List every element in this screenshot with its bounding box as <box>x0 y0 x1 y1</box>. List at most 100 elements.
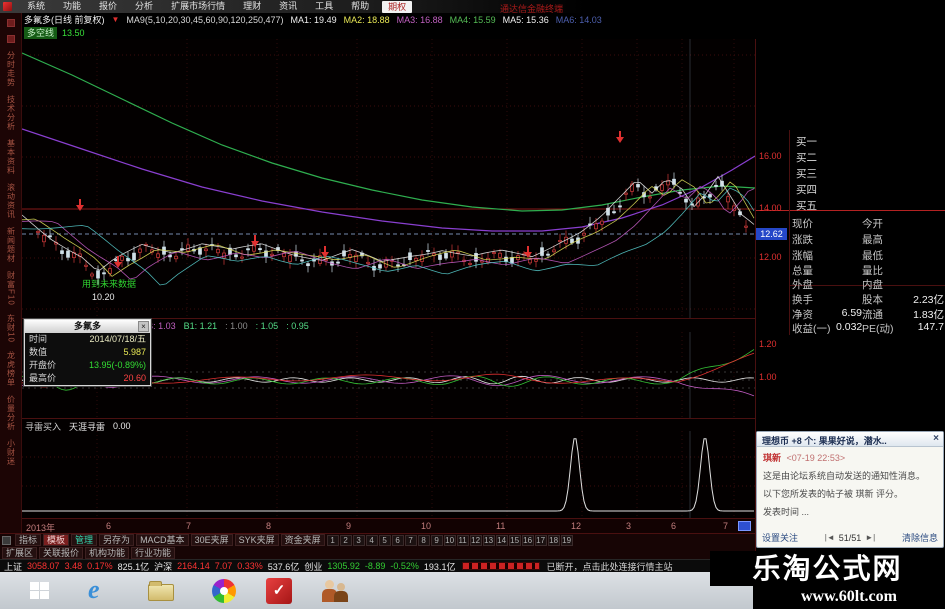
menu-item-0[interactable]: 系统 <box>18 0 54 13</box>
ma-value-0: MA9(5,10,20,30,45,60,90,120,250,477) <box>126 14 284 25</box>
sidebar-tool-icon[interactable] <box>6 35 15 43</box>
dk-line-value: 13.50 <box>62 27 85 38</box>
tooltip-row-2: 开盘价 13.95(-0.89%) <box>25 359 150 372</box>
indicator1-token-3: B: 1.03 <box>147 321 176 331</box>
sidebar-item-7[interactable]: 龙虎榜单 <box>6 351 16 387</box>
ma-value-5: MA5: 15.36 <box>502 14 549 25</box>
menu-item-8[interactable]: 帮助 <box>342 0 378 13</box>
tab-1[interactable]: 模板 <box>43 534 70 546</box>
sidebar-item-5[interactable]: 财富F10 <box>6 271 16 306</box>
indicator2-value: 0.00 <box>113 421 131 431</box>
sidebar-item-0[interactable]: 分时走势 <box>6 51 16 87</box>
time-axis[interactable]: 2013年 6 7 8 9 10 11 12 3 6 7 <box>22 518 755 533</box>
tab-row2-1[interactable]: 关联报价 <box>39 546 84 559</box>
pager-position: 51/51 <box>838 532 862 543</box>
clear-messages-link[interactable]: 清除信息 <box>902 531 938 544</box>
menu-item-5[interactable]: 理财 <box>234 0 270 13</box>
indicator2-chart[interactable] <box>22 431 755 518</box>
number-tab-3[interactable]: 3 <box>352 534 365 546</box>
svg-text:用到未来数据: 用到未来数据 <box>82 278 136 289</box>
number-tab-12[interactable]: 12 <box>469 534 482 546</box>
number-tab-9[interactable]: 9 <box>430 534 443 546</box>
index-amount: 537.6亿 <box>267 561 300 572</box>
number-tab-7[interactable]: 7 <box>404 534 417 546</box>
main-candlestick-chart[interactable]: 用到未来数据 10.20 <box>22 39 755 318</box>
follow-settings-link[interactable]: 设置关注 <box>762 531 798 544</box>
tab-row2-2[interactable]: 机构功能 <box>85 546 130 559</box>
pinwheel-app-icon[interactable] <box>212 579 236 603</box>
start-button-icon[interactable] <box>30 582 49 599</box>
tab-row2-3[interactable]: 行业功能 <box>131 546 176 559</box>
grid-icon[interactable] <box>2 535 11 545</box>
sidebar-item-3[interactable]: 滚动资讯 <box>6 183 16 219</box>
tab-5[interactable]: 30E夹屏 <box>190 534 233 546</box>
sidebar-item-1[interactable]: 技术分析 <box>6 95 16 131</box>
tooltip-title[interactable]: 多氟多 <box>25 320 150 333</box>
trading-app-icon[interactable]: ✓ <box>266 578 292 604</box>
menu-item-7[interactable]: 工具 <box>306 0 342 13</box>
menu-item-2[interactable]: 报价 <box>90 0 126 13</box>
index-change: 3.48 <box>64 561 83 571</box>
ie-browser-icon[interactable]: e <box>88 576 100 604</box>
number-tab-10[interactable]: 10 <box>443 534 456 546</box>
panel-divider[interactable] <box>22 418 755 419</box>
tab-row2-0[interactable]: 扩展区 <box>2 546 38 559</box>
pager-last-icon[interactable]: ►| <box>865 533 875 542</box>
quote-value: 6.59 <box>841 307 862 319</box>
number-tab-17[interactable]: 17 <box>534 534 547 546</box>
index-pct: 0.33% <box>237 561 263 571</box>
number-tab-13[interactable]: 13 <box>482 534 495 546</box>
number-tab-1[interactable]: 1 <box>326 534 339 546</box>
number-tab-5[interactable]: 5 <box>378 534 391 546</box>
notification-title[interactable]: 理想币 +8 个: 果果好说，潜水.. <box>757 432 943 447</box>
tab-3[interactable]: 另存为 <box>99 534 135 546</box>
number-tab-4[interactable]: 4 <box>365 534 378 546</box>
tab-2[interactable]: 管理 <box>71 534 98 546</box>
tab-4[interactable]: MACD基本 <box>136 534 189 546</box>
tab-6[interactable]: SYK夹屏 <box>234 534 279 546</box>
tab-0[interactable]: 指标 <box>15 534 42 546</box>
time-axis-label-10: 7 <box>723 521 729 531</box>
menu-item-options[interactable]: 期权 <box>382 0 413 13</box>
sender-name[interactable]: 琪新 <box>763 453 781 463</box>
sidebar-item-4[interactable]: 新闻题材 <box>6 227 16 263</box>
menu-item-4[interactable]: 扩展市场行情 <box>162 0 234 13</box>
close-icon[interactable]: × <box>138 321 149 332</box>
number-tab-2[interactable]: 2 <box>339 534 352 546</box>
sidebar-item-6[interactable]: 东财10 <box>6 314 16 343</box>
close-icon[interactable]: × <box>933 433 939 444</box>
number-tab-18[interactable]: 18 <box>547 534 560 546</box>
bottom-tab-row-1: 指标 模板 管理 另存为 MACD基本 30E夹屏 SYK夹屏 资金夹屏 1234567891… <box>0 533 755 546</box>
sidebar-item-9[interactable]: 小财迷 <box>6 439 16 466</box>
dk-line-label: 多空线 <box>24 26 58 39</box>
menu-item-1[interactable]: 功能 <box>54 0 90 13</box>
pager-first-icon[interactable]: |◄ <box>825 533 835 542</box>
tab-7[interactable]: 资金夹屏 <box>280 534 325 546</box>
index-value: 3058.07 <box>27 561 60 571</box>
number-tab-11[interactable]: 11 <box>456 534 469 546</box>
y-axis-label-2: 12.00 <box>759 252 782 262</box>
file-explorer-icon[interactable] <box>148 581 174 601</box>
watermark-line2: www.60lt.com <box>801 588 897 605</box>
messenger-icon[interactable] <box>322 580 350 604</box>
number-tab-16[interactable]: 16 <box>521 534 534 546</box>
quote-value <box>836 263 862 278</box>
connection-status[interactable]: 已断开，点击此处连接行情主站 <box>546 560 672 573</box>
number-tab-14[interactable]: 14 <box>495 534 508 546</box>
quote-row: 涨幅 最低 <box>792 248 944 263</box>
menu-item-6[interactable]: 资讯 <box>270 0 306 13</box>
scrollbar-thumb[interactable] <box>738 521 751 531</box>
sidebar-item-2[interactable]: 基本资料 <box>6 139 16 175</box>
quote-label: 流通 <box>862 309 883 321</box>
menu-item-3[interactable]: 分析 <box>126 0 162 13</box>
number-tab-6[interactable]: 6 <box>391 534 404 546</box>
app-window: 系统 功能 报价 分析 扩展市场行情 理财 资讯 工具 帮助 期权 通达信金融终端 多氟多(日线… <box>0 0 945 609</box>
number-tab-15[interactable]: 15 <box>508 534 521 546</box>
quote-value <box>836 232 862 247</box>
index-value: 2164.14 <box>177 561 210 571</box>
indicator1-token-6: : 1.05 <box>255 321 279 331</box>
number-tab-19[interactable]: 19 <box>560 534 573 546</box>
number-tab-8[interactable]: 8 <box>417 534 430 546</box>
sidebar-tool-icon[interactable] <box>6 19 15 27</box>
sidebar-item-8[interactable]: 价量分析 <box>6 395 16 431</box>
